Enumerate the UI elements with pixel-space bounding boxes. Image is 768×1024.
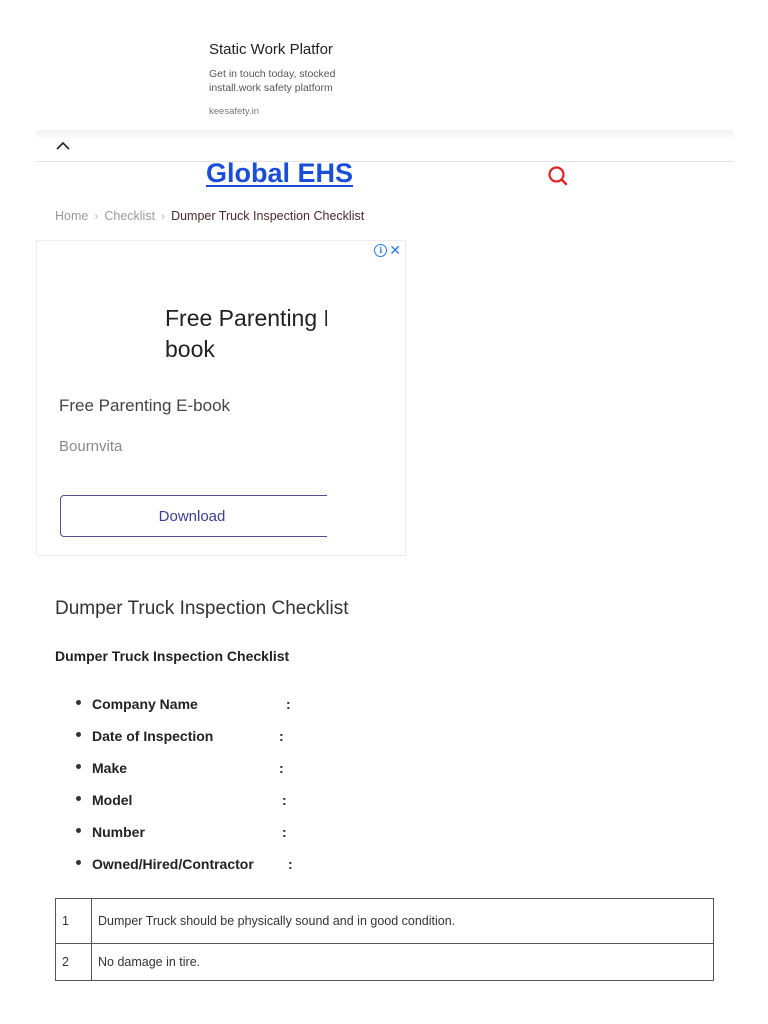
- ad-headline: Free Parenting E book: [165, 303, 327, 365]
- top-ad-desc-line2: install.work safety platform: [209, 82, 333, 94]
- bullet-icon: [76, 796, 81, 801]
- table-row: 2 No damage in tire.: [55, 943, 714, 981]
- table-row: 1 Dumper Truck should be physically soun…: [55, 898, 714, 944]
- top-ad-title[interactable]: Static Work Platfor: [209, 41, 333, 58]
- breadcrumb-separator-icon: ›: [94, 209, 99, 223]
- breadcrumb-separator-icon: ›: [161, 209, 166, 223]
- top-ad-desc-line1: Get in touch today, stocked: [209, 68, 336, 80]
- checklist-table: 1 Dumper Truck should be physically soun…: [55, 898, 714, 981]
- breadcrumb: Home › Checklist › Dumper Truck Inspecti…: [55, 209, 364, 223]
- field-colon: :: [279, 760, 284, 776]
- field-label: Company Name: [92, 696, 198, 712]
- download-button[interactable]: Download: [60, 495, 327, 537]
- ad-info-icon[interactable]: i: [374, 243, 388, 257]
- table-cell-number: 1: [55, 898, 92, 944]
- ad-brand: Bournvita: [59, 438, 123, 455]
- article-subtitle: Dumper Truck Inspection Checklist: [55, 648, 290, 664]
- field-label: Owned/Hired/Contractor: [92, 856, 254, 872]
- chevron-up-icon[interactable]: [54, 137, 72, 155]
- bullet-icon: [76, 700, 81, 705]
- header-divider: [36, 161, 734, 162]
- close-icon[interactable]: ✕: [389, 243, 401, 257]
- top-ad-description: Get in touch today, stocked install.work…: [209, 67, 335, 95]
- bullet-icon: [76, 828, 81, 833]
- article-title: Dumper Truck Inspection Checklist: [55, 598, 349, 619]
- field-colon: :: [288, 856, 293, 872]
- site-title-link[interactable]: Global EHS: [206, 158, 353, 189]
- page: Static Work Platfor Get in touch today, …: [0, 0, 768, 1024]
- search-icon[interactable]: [546, 164, 570, 188]
- ad-choices[interactable]: i ✕: [374, 243, 401, 257]
- bullet-icon: [76, 860, 81, 865]
- table-cell-text: Dumper Truck should be physically sound …: [91, 898, 714, 944]
- ad-headline-line2: book: [165, 336, 215, 362]
- ad-headline-line1: Free Parenting E: [165, 305, 327, 331]
- ad-divider: [36, 130, 734, 138]
- field-colon: :: [279, 728, 284, 744]
- display-ad[interactable]: i ✕ Free Parenting E book Free Parenting…: [36, 240, 406, 556]
- field-colon: :: [282, 792, 287, 808]
- field-label: Model: [92, 792, 133, 808]
- bullet-icon: [76, 732, 81, 737]
- table-cell-text: No damage in tire.: [91, 943, 714, 981]
- ad-subtitle: Free Parenting E-book: [59, 396, 231, 415]
- field-label: Date of Inspection: [92, 728, 214, 744]
- field-label: Make: [92, 760, 128, 776]
- field-label: Number: [92, 824, 145, 840]
- bullet-icon: [76, 764, 81, 769]
- ad-creative[interactable]: Free Parenting E book Free Parenting E-b…: [37, 241, 327, 555]
- top-ad-domain[interactable]: keesafety.in: [209, 106, 259, 117]
- table-cell-number: 2: [55, 943, 92, 981]
- breadcrumb-current: Dumper Truck Inspection Checklist: [171, 209, 365, 223]
- field-colon: :: [286, 696, 291, 712]
- breadcrumb-home[interactable]: Home: [55, 209, 88, 223]
- top-ad-banner[interactable]: Static Work Platfor Get in touch today, …: [200, 36, 346, 130]
- field-colon: :: [282, 824, 287, 840]
- breadcrumb-checklist[interactable]: Checklist: [104, 209, 155, 223]
